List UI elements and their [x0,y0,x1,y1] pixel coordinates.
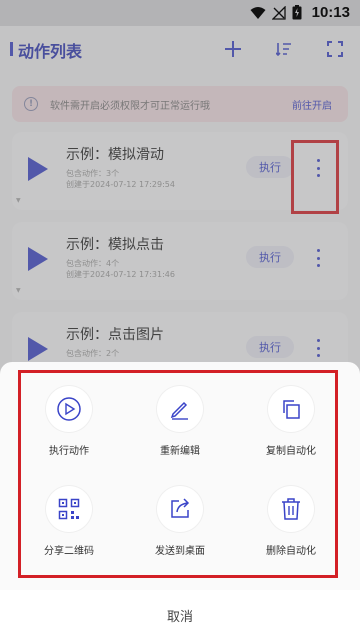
cancel-button[interactable]: 取消 [0,590,360,640]
status-bar: 10:13 [0,0,360,26]
status-time: 10:13 [311,4,350,21]
action-grid-highlight [18,370,338,578]
signal-off-icon [271,5,286,20]
wifi-icon [250,6,266,19]
battery-charging-icon [292,5,302,20]
status-icons: 10:13 [250,4,350,21]
